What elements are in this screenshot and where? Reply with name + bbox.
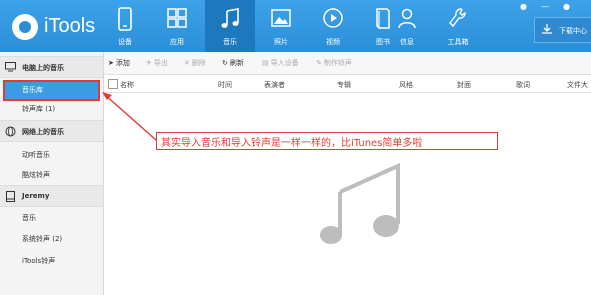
refresh-button[interactable]: ↻ 刷新 [222,58,244,68]
sidebar-item-system-ringtones[interactable]: 系统铃声 (2) [0,229,103,247]
section-device-title: Jeremy [22,192,50,200]
music-note-icon [221,8,239,28]
top-navigation-bar: iTools 设备 应用 音乐 照片 视频 图书 信息 工具箱 ● — ● 下载… [0,0,591,52]
download-center-button[interactable]: 下载中心 [534,17,591,43]
refresh-icon: ↻ [222,59,228,67]
column-file-size[interactable]: 文件大 [567,80,588,90]
make-ringtone-button[interactable]: ✎ 制作铃声 [316,58,352,68]
app-name: iTools [44,15,96,37]
nav-photos[interactable]: 照片 [256,0,306,52]
column-cover[interactable]: 封面 [457,80,471,90]
add-icon: ➤ [108,59,114,67]
sidebar-item-label: 铃声库 (1) [22,105,56,113]
sidebar-item-ringtone-library[interactable]: 铃声库 (1) [0,99,103,117]
nav-device[interactable]: 设备 [100,0,150,52]
table-header: 名称 时间 表演者 专辑 风格 封面 歌词 文件大 [104,75,591,93]
export-button[interactable]: ✈ 导出 [146,58,168,68]
play-icon [323,8,343,28]
sidebar-item-label: iTools铃声 [22,257,56,265]
nav-tools-label: 工具箱 [447,38,469,46]
sidebar-item-label: 酷炫铃声 [22,171,50,179]
phone-icon [118,7,132,31]
window-dot-icon[interactable]: ● [520,2,527,11]
nav-music[interactable]: 音乐 [205,0,255,52]
toolbar: ➤ 添加 ✈ 导出 ✕ 删除 ↻ 刷新 ▤ 导入设备 ✎ 制作铃声 [104,52,591,75]
nav-music-label: 音乐 [223,38,237,46]
sidebar-item-itools-ringtones[interactable]: iTools铃声 [0,251,103,269]
column-lyrics[interactable]: 歌词 [516,80,530,90]
apps-grid-icon [167,8,187,28]
sidebar-item-device-music[interactable]: 音乐 [0,208,103,226]
import-icon: ▤ [262,59,269,67]
add-button[interactable]: ➤ 添加 [108,58,130,68]
nav-apps-label: 应用 [170,38,184,46]
download-center-label: 下载中心 [559,27,587,35]
column-time[interactable]: 时间 [218,80,232,90]
sidebar-item-music-library[interactable]: 音乐库 [3,80,100,101]
photo-icon [271,9,291,27]
wand-icon: ✎ [316,59,322,67]
sidebar-item-label: 动听音乐 [22,151,50,159]
column-album[interactable]: 专辑 [337,80,351,90]
delete-icon: ✕ [184,59,190,67]
itools-logo-icon [12,14,38,40]
globe-icon [5,126,16,137]
sidebar-item-label: 系统铃声 (2) [22,235,63,243]
import-device-button[interactable]: ▤ 导入设备 [262,58,299,68]
section-device-jeremy[interactable]: Jeremy [0,185,103,207]
column-artist[interactable]: 表演者 [264,80,285,90]
export-icon: ✈ [146,59,152,67]
nav-video[interactable]: 视频 [308,0,358,52]
computer-icon [5,62,16,72]
nav-device-label: 设备 [118,38,132,46]
minimize-icon[interactable]: — [541,2,549,11]
device-icon [6,191,15,202]
column-genre[interactable]: 风格 [399,80,413,90]
nav-tools[interactable]: 工具箱 [433,0,483,52]
nav-info-label: 信息 [400,38,414,46]
delete-button[interactable]: ✕ 删除 [184,58,206,68]
annotation-text: 其实导入音乐和导入铃声是一样一样的，比iTunes简单多啦 [161,138,423,149]
close-icon[interactable]: ● [563,2,570,11]
annotation-arrow [102,92,157,141]
section-online-music-title: 网络上的音乐 [22,128,64,136]
annotation-callout: 其实导入音乐和导入铃声是一样一样的，比iTunes简单多啦 [156,132,498,150]
nav-video-label: 视频 [326,38,340,46]
nav-info[interactable]: 信息 [382,0,432,52]
sidebar-item-label: 音乐库 [22,86,43,94]
sidebar-item-cool-ringtones[interactable]: 酷炫铃声 [0,165,103,183]
section-computer-music-title: 电脑上的音乐 [22,64,64,72]
section-online-music[interactable]: 网络上的音乐 [0,120,103,142]
empty-music-note-icon [320,162,400,244]
sidebar-item-online-songs[interactable]: 动听音乐 [0,145,103,163]
wrench-icon [449,8,466,28]
person-icon [398,8,416,29]
sidebar-item-label: 音乐 [22,214,36,222]
section-computer-music[interactable]: 电脑上的音乐 [0,56,103,78]
download-icon [542,24,552,34]
nav-photos-label: 照片 [274,38,288,46]
nav-apps[interactable]: 应用 [152,0,202,52]
